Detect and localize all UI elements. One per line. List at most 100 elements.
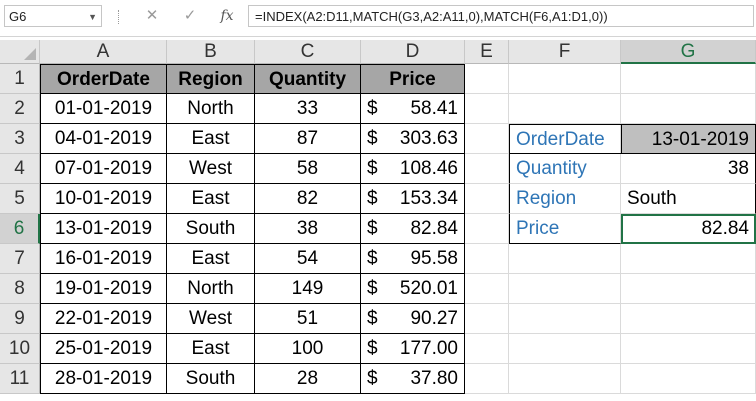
empty-cell[interactable] [509,64,621,94]
row-header-11[interactable]: 11 [0,364,40,394]
lookup-price-value[interactable]: 82.84 [621,214,756,244]
region-cell[interactable]: North [167,94,255,124]
empty-cell[interactable] [621,64,756,94]
column-header-a[interactable]: A [40,40,167,64]
price-cell[interactable]: $90.27 [361,304,465,334]
row-header-5[interactable]: 5 [0,184,40,214]
header-cell-orderdate[interactable]: OrderDate [40,64,167,94]
price-cell[interactable]: $95.58 [361,244,465,274]
formula-input[interactable]: =INDEX(A2:D11,MATCH(G3,A2:A11,0),MATCH(F… [248,5,754,27]
region-cell[interactable]: North [167,274,255,304]
region-cell[interactable]: South [167,214,255,244]
quantity-cell[interactable]: 28 [255,364,361,394]
region-cell[interactable]: East [167,334,255,364]
empty-cell[interactable] [509,304,621,334]
orderdate-cell[interactable]: 13-01-2019 [40,214,167,244]
lookup-orderdate-value[interactable]: 13-01-2019 [621,124,756,154]
region-cell[interactable]: South [167,364,255,394]
empty-cell[interactable] [465,184,509,214]
orderdate-cell[interactable]: 10-01-2019 [40,184,167,214]
price-cell[interactable]: $58.41 [361,94,465,124]
header-cell-price[interactable]: Price [361,64,465,94]
orderdate-cell[interactable]: 19-01-2019 [40,274,167,304]
column-header-e[interactable]: E [465,40,509,64]
quantity-cell[interactable]: 54 [255,244,361,274]
region-cell[interactable]: West [167,304,255,334]
empty-cell[interactable] [509,94,621,124]
price-cell[interactable]: $37.80 [361,364,465,394]
orderdate-cell[interactable]: 16-01-2019 [40,244,167,274]
empty-cell[interactable] [509,364,621,394]
column-header-c[interactable]: C [255,40,361,64]
orderdate-cell[interactable]: 28-01-2019 [40,364,167,394]
row-header-10[interactable]: 10 [0,334,40,364]
empty-cell[interactable] [465,154,509,184]
region-cell[interactable]: East [167,244,255,274]
column-header-b[interactable]: B [167,40,255,64]
quantity-cell[interactable]: 51 [255,304,361,334]
row-header-1[interactable]: 1 [0,64,40,94]
row-header-7[interactable]: 7 [0,244,40,274]
cancel-icon[interactable]: ✕ [142,6,162,26]
empty-cell[interactable] [621,274,756,304]
column-header-g[interactable]: G [621,40,756,64]
quantity-cell[interactable]: 149 [255,274,361,304]
empty-cell[interactable] [465,64,509,94]
empty-cell[interactable] [509,274,621,304]
empty-cell[interactable] [509,334,621,364]
row-header-8[interactable]: 8 [0,274,40,304]
empty-cell[interactable] [621,94,756,124]
price-cell[interactable]: $153.34 [361,184,465,214]
lookup-quantity-value[interactable]: 38 [621,154,756,184]
empty-cell[interactable] [621,334,756,364]
price-cell[interactable]: $177.00 [361,334,465,364]
orderdate-cell[interactable]: 22-01-2019 [40,304,167,334]
quantity-cell[interactable]: 100 [255,334,361,364]
header-cell-region[interactable]: Region [167,64,255,94]
price-cell[interactable]: $303.63 [361,124,465,154]
quantity-cell[interactable]: 33 [255,94,361,124]
empty-cell[interactable] [621,364,756,394]
orderdate-cell[interactable]: 07-01-2019 [40,154,167,184]
enter-check-icon[interactable]: ✓ [180,6,200,26]
quantity-cell[interactable]: 58 [255,154,361,184]
orderdate-cell[interactable]: 04-01-2019 [40,124,167,154]
orderdate-cell[interactable]: 01-01-2019 [40,94,167,124]
row-header-4[interactable]: 4 [0,154,40,184]
region-cell[interactable]: East [167,124,255,154]
empty-cell[interactable] [509,244,621,274]
empty-cell[interactable] [465,304,509,334]
name-box[interactable]: G6 ▼ [4,5,102,27]
empty-cell[interactable] [621,244,756,274]
header-cell-quantity[interactable]: Quantity [255,64,361,94]
lookup-price-label[interactable]: Price [509,214,621,244]
row-header-6[interactable]: 6 [0,214,40,244]
empty-cell[interactable] [465,214,509,244]
lookup-region-label[interactable]: Region [509,184,621,214]
empty-cell[interactable] [465,244,509,274]
empty-cell[interactable] [465,334,509,364]
select-all-corner[interactable] [0,40,40,64]
column-header-f[interactable]: F [509,40,621,64]
region-cell[interactable]: West [167,154,255,184]
lookup-region-value[interactable]: South [621,184,756,214]
row-header-2[interactable]: 2 [0,94,40,124]
region-cell[interactable]: East [167,184,255,214]
empty-cell[interactable] [465,274,509,304]
quantity-cell[interactable]: 38 [255,214,361,244]
orderdate-cell[interactable]: 25-01-2019 [40,334,167,364]
quantity-cell[interactable]: 87 [255,124,361,154]
row-header-9[interactable]: 9 [0,304,40,334]
price-cell[interactable]: $108.46 [361,154,465,184]
empty-cell[interactable] [465,124,509,154]
insert-function-icon[interactable]: fx [217,6,237,26]
quantity-cell[interactable]: 82 [255,184,361,214]
lookup-orderdate-label[interactable]: OrderDate [509,124,621,154]
chevron-down-icon[interactable]: ▼ [88,6,97,28]
lookup-quantity-label[interactable]: Quantity [509,154,621,184]
column-header-d[interactable]: D [361,40,465,64]
row-header-3[interactable]: 3 [0,124,40,154]
price-cell[interactable]: $82.84 [361,214,465,244]
empty-cell[interactable] [465,94,509,124]
price-cell[interactable]: $520.01 [361,274,465,304]
